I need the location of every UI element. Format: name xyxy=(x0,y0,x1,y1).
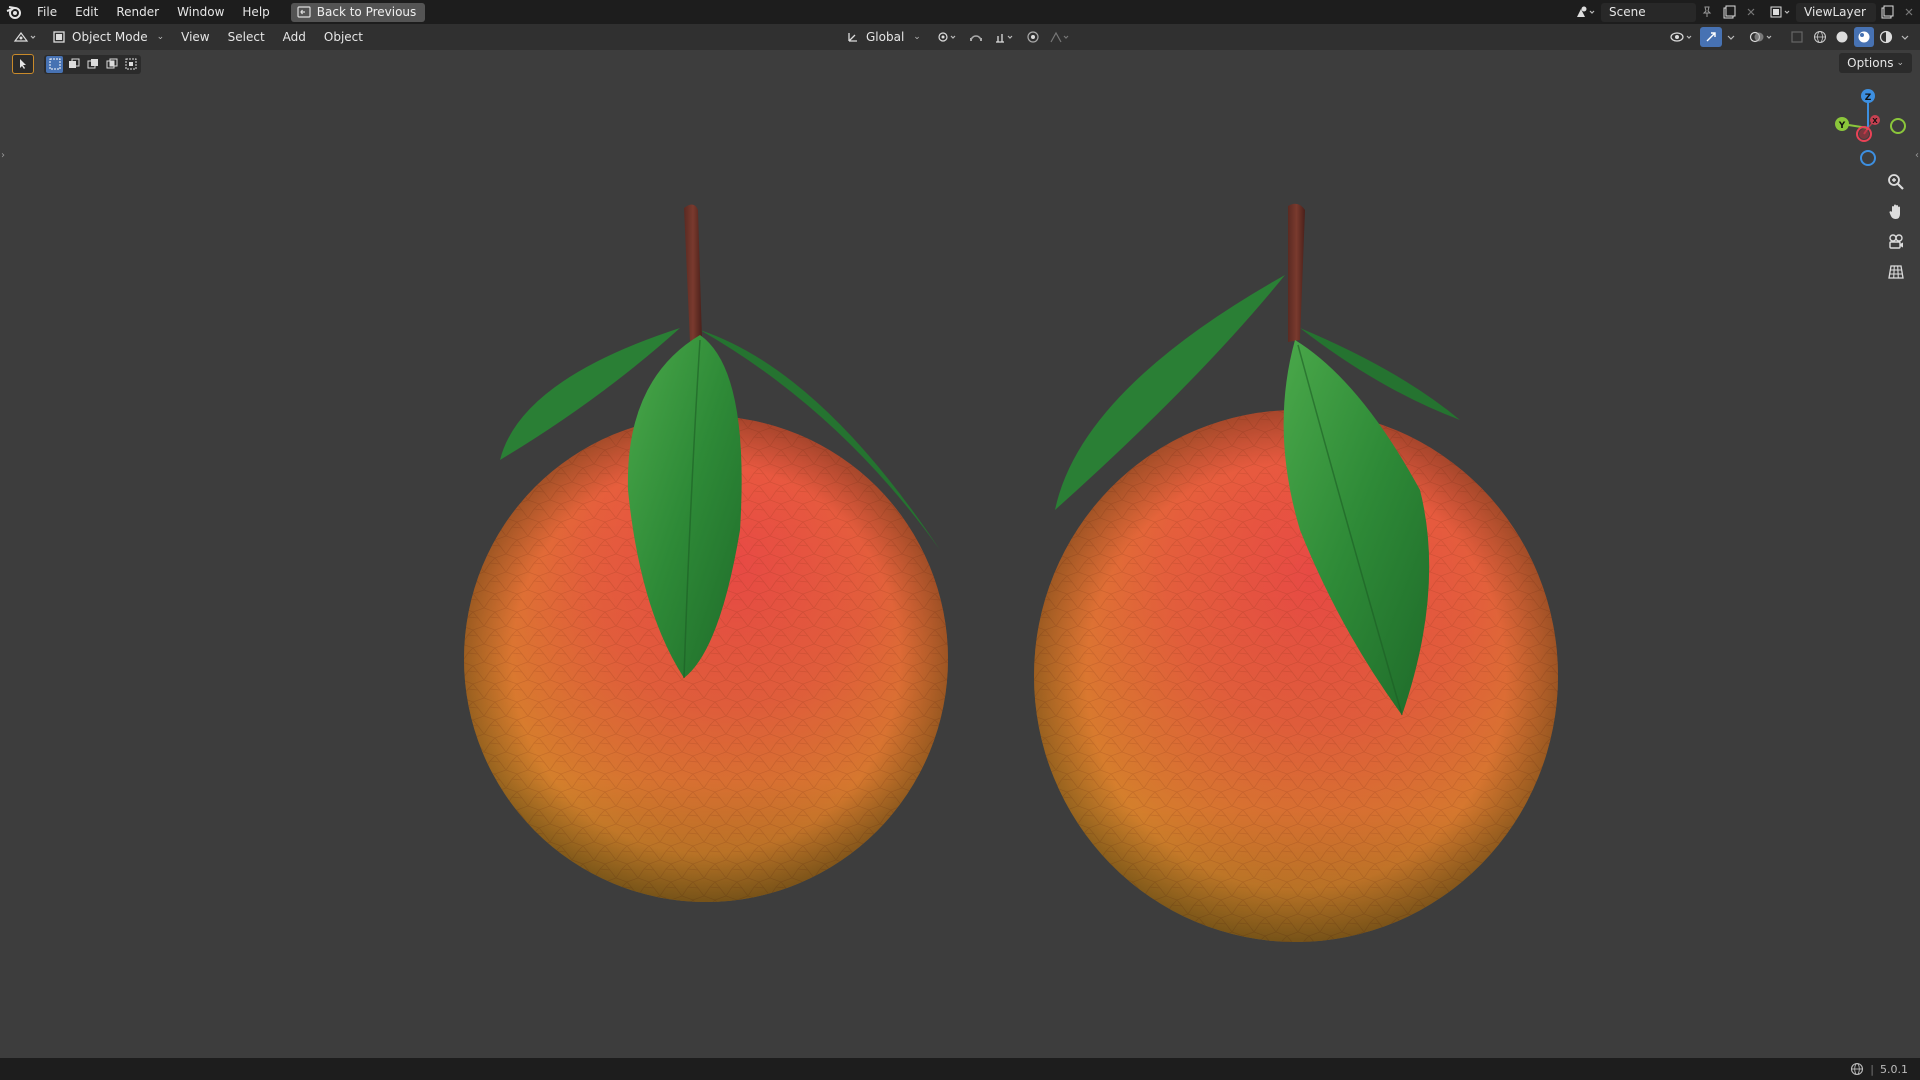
gizmo-z-axis-neg[interactable] xyxy=(1860,150,1876,166)
menu-edit[interactable]: Edit xyxy=(66,0,107,24)
menu-window[interactable]: Window xyxy=(168,0,233,24)
fruit-right-stem xyxy=(1288,203,1305,342)
transform-orientation-select[interactable]: Global ⌄ xyxy=(842,27,929,47)
menu-object[interactable]: Object xyxy=(315,24,372,50)
gizmo-z-label: Z xyxy=(1865,93,1872,103)
gizmo-y-axis-neg[interactable] xyxy=(1890,118,1906,134)
pan-hand-icon[interactable] xyxy=(1884,200,1908,224)
menu-help[interactable]: Help xyxy=(233,0,278,24)
viewport-header: Object Mode ⌄ View Select Add Object Glo… xyxy=(0,24,1920,50)
transform-orientation-icon xyxy=(848,33,857,42)
camera-view-icon[interactable] xyxy=(1884,230,1908,254)
tool-row xyxy=(12,53,141,75)
object-mode-select[interactable]: Object Mode ⌄ xyxy=(48,27,172,47)
gizmo-x-label: X xyxy=(1872,117,1878,125)
menu-select[interactable]: Select xyxy=(219,24,274,50)
viewlayer-type-icon[interactable] xyxy=(1766,2,1796,22)
material-shading-icon[interactable] xyxy=(1854,27,1874,47)
scene-render xyxy=(464,203,1558,942)
gizmo-y-label: Y xyxy=(1838,121,1846,131)
gizmo-options-icon[interactable] xyxy=(1724,27,1738,47)
proportional-icon[interactable] xyxy=(1023,27,1043,47)
back-to-previous-button[interactable]: Back to Previous xyxy=(290,2,426,22)
3d-viewport[interactable]: › ‹ xyxy=(0,50,1920,1058)
snap-icon[interactable] xyxy=(965,27,987,47)
object-mode-icon xyxy=(53,31,65,43)
chevron-down-icon: ⌄ xyxy=(1896,58,1904,68)
sidebar-toggle-icon[interactable]: ‹ xyxy=(1915,150,1919,161)
rendered-shading-icon[interactable] xyxy=(1876,27,1896,47)
select-subtract-icon[interactable] xyxy=(84,56,101,73)
editor-type-icon[interactable] xyxy=(8,27,44,47)
status-bar: | 5.0.1 xyxy=(0,1058,1920,1080)
new-viewlayer-icon[interactable] xyxy=(1876,2,1898,22)
overlay-icon[interactable] xyxy=(1746,27,1778,47)
solid-shading-icon[interactable] xyxy=(1832,27,1852,47)
select-tool-icon[interactable] xyxy=(12,54,34,74)
menu-render[interactable]: Render xyxy=(107,0,168,24)
select-extend-icon[interactable] xyxy=(65,56,82,73)
options-button[interactable]: Options ⌄ xyxy=(1839,53,1912,73)
pin-icon[interactable] xyxy=(1696,2,1718,22)
version-label: 5.0.1 xyxy=(1880,1062,1908,1076)
network-icon[interactable] xyxy=(1850,1062,1864,1076)
toolbar-toggle-icon[interactable]: › xyxy=(1,150,5,161)
grid-ortho-icon[interactable] xyxy=(1884,260,1908,284)
visibility-icon[interactable] xyxy=(1666,27,1698,47)
falloff-icon[interactable] xyxy=(1047,27,1075,47)
object-mode-label: Object Mode xyxy=(72,30,148,44)
delete-viewlayer-icon[interactable] xyxy=(1898,2,1920,22)
options-label: Options xyxy=(1847,56,1894,70)
scene-name-field[interactable]: Scene xyxy=(1601,2,1696,22)
snap-target-icon[interactable] xyxy=(991,27,1019,47)
delete-scene-icon[interactable] xyxy=(1740,2,1762,22)
back-to-previous-label: Back to Previous xyxy=(316,5,417,19)
menu-add[interactable]: Add xyxy=(274,24,315,50)
select-invert-icon[interactable] xyxy=(103,56,120,73)
selection-mode-group xyxy=(44,54,141,74)
select-new-icon[interactable] xyxy=(46,55,63,73)
status-divider: | xyxy=(1870,1062,1874,1076)
fruit-right[interactable] xyxy=(1034,203,1558,942)
fruit-left-stem xyxy=(684,204,702,342)
blender-logo-icon[interactable] xyxy=(0,0,28,24)
zoom-icon[interactable] xyxy=(1884,170,1908,194)
wireframe-shading-icon[interactable] xyxy=(1810,27,1830,47)
gizmo-icon[interactable] xyxy=(1700,27,1722,47)
pivot-icon[interactable] xyxy=(933,27,961,47)
menu-file[interactable]: File xyxy=(28,0,66,24)
xray-icon[interactable] xyxy=(1786,27,1808,47)
chevron-down-icon: ⌄ xyxy=(913,32,921,42)
select-intersect-icon[interactable] xyxy=(122,56,139,73)
top-menu-bar: File Edit Render Window Help Back to Pre… xyxy=(0,0,1920,24)
transform-orientation-label: Global xyxy=(866,30,905,44)
back-screen-icon xyxy=(297,6,311,18)
scene-type-icon[interactable] xyxy=(1571,2,1601,22)
chevron-down-icon: ⌄ xyxy=(156,32,165,42)
shading-options-icon[interactable] xyxy=(1898,27,1912,47)
new-scene-icon[interactable] xyxy=(1718,2,1740,22)
menu-view[interactable]: View xyxy=(172,24,218,50)
fruit-left[interactable] xyxy=(464,204,948,902)
navigation-gizmo[interactable]: Z Y X xyxy=(1826,84,1906,168)
viewlayer-name-field[interactable]: ViewLayer xyxy=(1796,2,1876,22)
